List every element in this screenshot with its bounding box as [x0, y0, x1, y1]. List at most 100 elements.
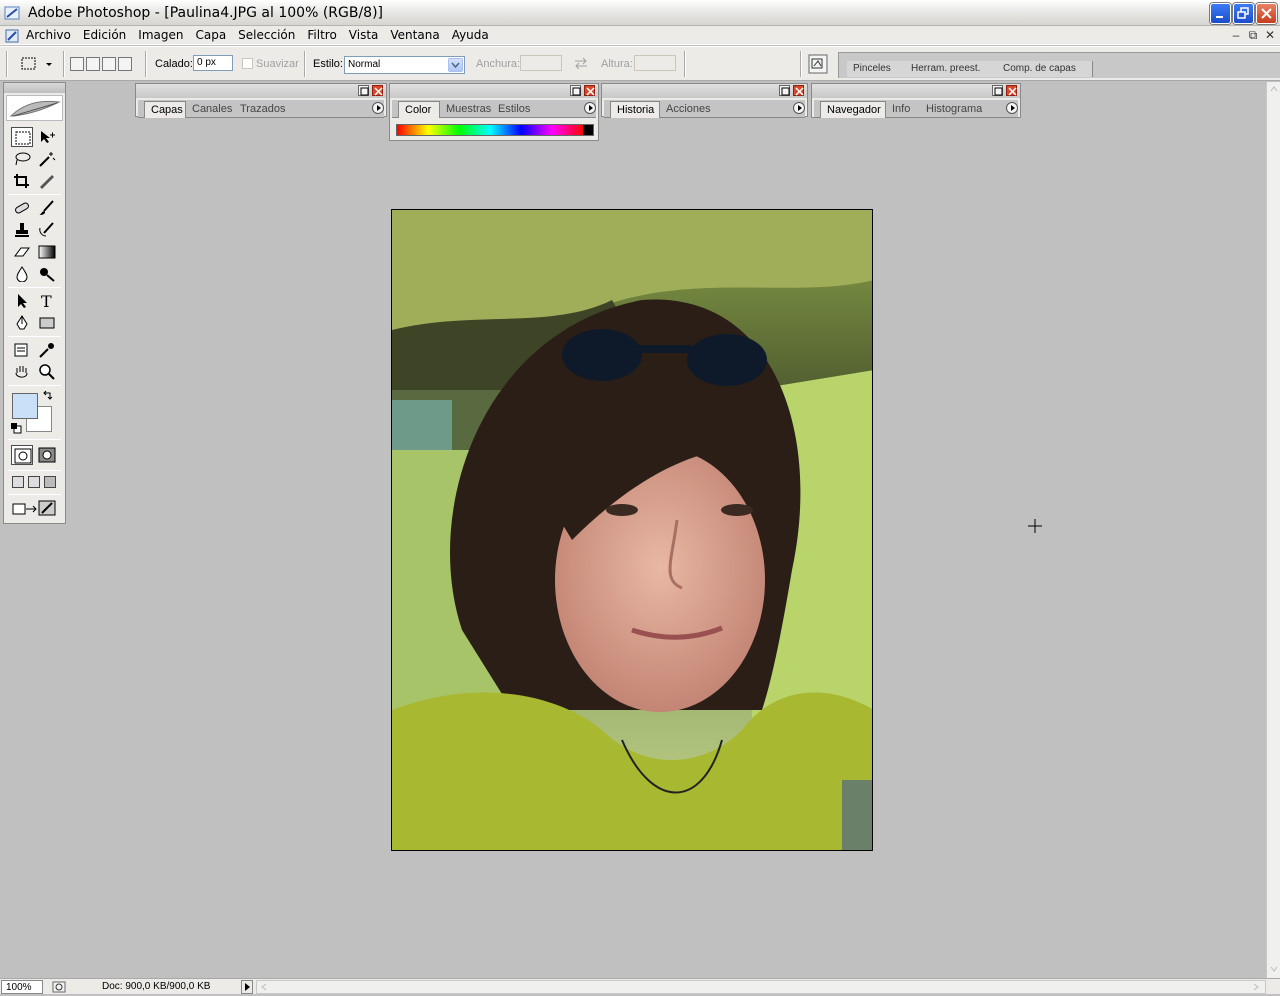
palette-collapse-icon[interactable]: [992, 85, 1003, 96]
doc-restore-icon[interactable]: ⧉: [1246, 28, 1260, 42]
palette-menu-icon[interactable]: [793, 102, 805, 114]
healing-brush-tool-icon[interactable]: [11, 198, 33, 218]
feather-input[interactable]: 0 px: [193, 55, 233, 71]
eyedropper-tool-icon[interactable]: [36, 340, 58, 360]
tab-capas[interactable]: Capas: [144, 101, 186, 118]
menu-ayuda[interactable]: Ayuda: [446, 26, 495, 45]
default-colors-icon[interactable]: [10, 422, 22, 434]
palette-collapse-icon[interactable]: [779, 85, 790, 96]
scroll-left-icon[interactable]: [259, 982, 269, 992]
zoom-tool-icon[interactable]: [36, 362, 58, 382]
scroll-up-icon[interactable]: [1269, 84, 1279, 94]
menu-ventana[interactable]: Ventana: [384, 26, 445, 45]
status-preview-icon[interactable]: [52, 981, 66, 993]
style-select[interactable]: Normal: [344, 56, 465, 74]
path-selection-tool-icon[interactable]: [11, 291, 33, 311]
tab-acciones[interactable]: Acciones: [660, 101, 716, 118]
minimize-button[interactable]: [1210, 3, 1231, 24]
lasso-tool-icon[interactable]: [11, 149, 33, 169]
document-icon[interactable]: [4, 28, 20, 44]
menu-seleccion[interactable]: Selección: [232, 26, 301, 45]
tab-info[interactable]: Info: [886, 101, 922, 118]
restore-button[interactable]: [1233, 3, 1254, 24]
scroll-right-icon[interactable]: [1251, 982, 1261, 992]
crop-tool-icon[interactable]: [11, 171, 33, 191]
status-menu-arrow[interactable]: [241, 980, 253, 994]
toolbox-header[interactable]: [4, 83, 65, 93]
well-tab-herram-preest[interactable]: Herram. preest.: [905, 61, 1000, 77]
well-tab-comp-capas[interactable]: Comp. de capas: [997, 61, 1093, 77]
document-canvas[interactable]: [391, 209, 873, 851]
magic-wand-tool-icon[interactable]: [36, 149, 58, 169]
dodge-tool-icon[interactable]: [36, 264, 58, 284]
eraser-tool-icon[interactable]: [11, 242, 33, 262]
chevron-down-icon[interactable]: [448, 58, 463, 72]
well-tab-pinceles[interactable]: Pinceles: [847, 61, 909, 77]
rect-marquee-tool-icon[interactable]: [11, 127, 33, 147]
menu-filtro[interactable]: Filtro: [301, 26, 342, 45]
history-brush-tool-icon[interactable]: [36, 220, 58, 240]
tab-estilos[interactable]: Estilos: [492, 101, 538, 118]
palette-header[interactable]: [812, 84, 1020, 98]
scroll-down-icon[interactable]: [1269, 964, 1279, 974]
hand-tool-icon[interactable]: [11, 362, 33, 382]
tab-histograma[interactable]: Histograma: [920, 101, 990, 118]
tab-historia[interactable]: Historia: [610, 101, 660, 118]
foreground-color-swatch[interactable]: [12, 393, 38, 419]
feather-logo-icon[interactable]: [6, 95, 63, 121]
palette-close-icon[interactable]: [1006, 85, 1017, 96]
add-selection-icon[interactable]: [86, 57, 100, 71]
marquee-preset-icon[interactable]: [20, 56, 56, 72]
width-input[interactable]: [520, 55, 562, 71]
brush-tool-icon[interactable]: [36, 198, 58, 218]
palette-menu-icon[interactable]: [372, 102, 384, 114]
tab-trazados[interactable]: Trazados: [234, 101, 290, 118]
palette-header[interactable]: [390, 84, 598, 98]
new-selection-icon[interactable]: [70, 57, 84, 71]
height-input[interactable]: [634, 55, 676, 71]
full-screen-mode-icon[interactable]: [44, 476, 56, 488]
swap-colors-icon[interactable]: [42, 389, 54, 401]
palette-collapse-icon[interactable]: [358, 85, 369, 96]
standard-screen-mode-icon[interactable]: [12, 476, 24, 488]
palette-close-icon[interactable]: [372, 85, 383, 96]
type-tool-icon[interactable]: T: [36, 291, 58, 311]
vertical-scrollbar[interactable]: [1266, 82, 1280, 978]
palette-close-icon[interactable]: [793, 85, 804, 96]
swap-dimensions-icon[interactable]: [574, 57, 588, 69]
full-screen-menu-mode-icon[interactable]: [28, 476, 40, 488]
subtract-selection-icon[interactable]: [102, 57, 116, 71]
zoom-level-field[interactable]: 100%: [1, 980, 43, 994]
tab-canales[interactable]: Canales: [186, 101, 234, 118]
notes-tool-icon[interactable]: [11, 340, 33, 360]
menu-edicion[interactable]: Edición: [77, 26, 132, 45]
standard-mode-icon[interactable]: [11, 445, 33, 465]
clone-stamp-tool-icon[interactable]: [11, 220, 33, 240]
file-browser-icon[interactable]: [808, 54, 828, 74]
jump-to-imageready-icon[interactable]: [10, 498, 60, 518]
rectangle-tool-icon[interactable]: [36, 313, 58, 333]
horizontal-scrollbar[interactable]: [256, 980, 1266, 994]
menu-archivo[interactable]: Archivo: [20, 26, 77, 45]
pen-tool-icon[interactable]: [11, 313, 33, 333]
color-spectrum-ramp[interactable]: [396, 124, 594, 136]
palette-close-icon[interactable]: [584, 85, 595, 96]
tab-muestras[interactable]: Muestras: [440, 101, 492, 118]
palette-collapse-icon[interactable]: [570, 85, 581, 96]
close-button[interactable]: [1256, 3, 1277, 24]
menu-capa[interactable]: Capa: [189, 26, 232, 45]
antialias-checkbox[interactable]: [242, 58, 253, 69]
palette-header[interactable]: [136, 84, 386, 98]
menu-vista[interactable]: Vista: [343, 26, 385, 45]
move-tool-icon[interactable]: [36, 127, 58, 147]
blur-tool-icon[interactable]: [11, 264, 33, 284]
menu-imagen[interactable]: Imagen: [132, 26, 189, 45]
doc-close-icon[interactable]: ✕: [1263, 28, 1277, 42]
intersect-selection-icon[interactable]: [118, 57, 132, 71]
gradient-tool-icon[interactable]: [36, 242, 58, 262]
palette-menu-icon[interactable]: [584, 102, 596, 114]
tab-color[interactable]: Color: [398, 101, 440, 118]
palette-header[interactable]: [602, 84, 807, 98]
slice-tool-icon[interactable]: [36, 171, 58, 191]
doc-minimize-icon[interactable]: –: [1229, 28, 1243, 42]
